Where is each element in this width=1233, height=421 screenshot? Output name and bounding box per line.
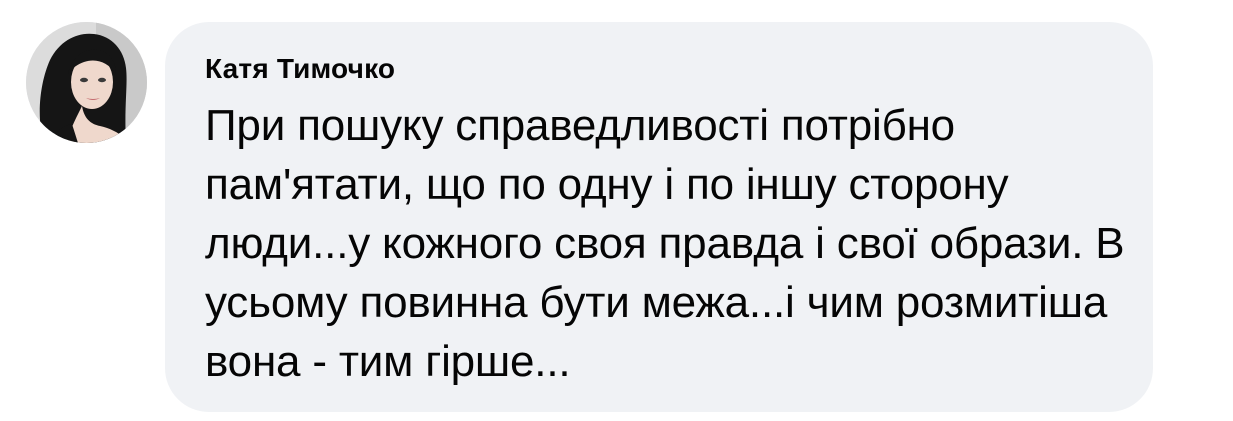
comment-bubble: Катя Тимочко При пошуку справедливості п… bbox=[165, 22, 1153, 412]
profile-photo-icon bbox=[26, 22, 147, 143]
comment: Катя Тимочко При пошуку справедливості п… bbox=[0, 0, 1233, 421]
comment-text: При пошуку справедливості потрібно пам'я… bbox=[205, 101, 1125, 386]
avatar[interactable] bbox=[26, 22, 147, 143]
comment-author-name[interactable]: Катя Тимочко bbox=[205, 49, 1123, 89]
